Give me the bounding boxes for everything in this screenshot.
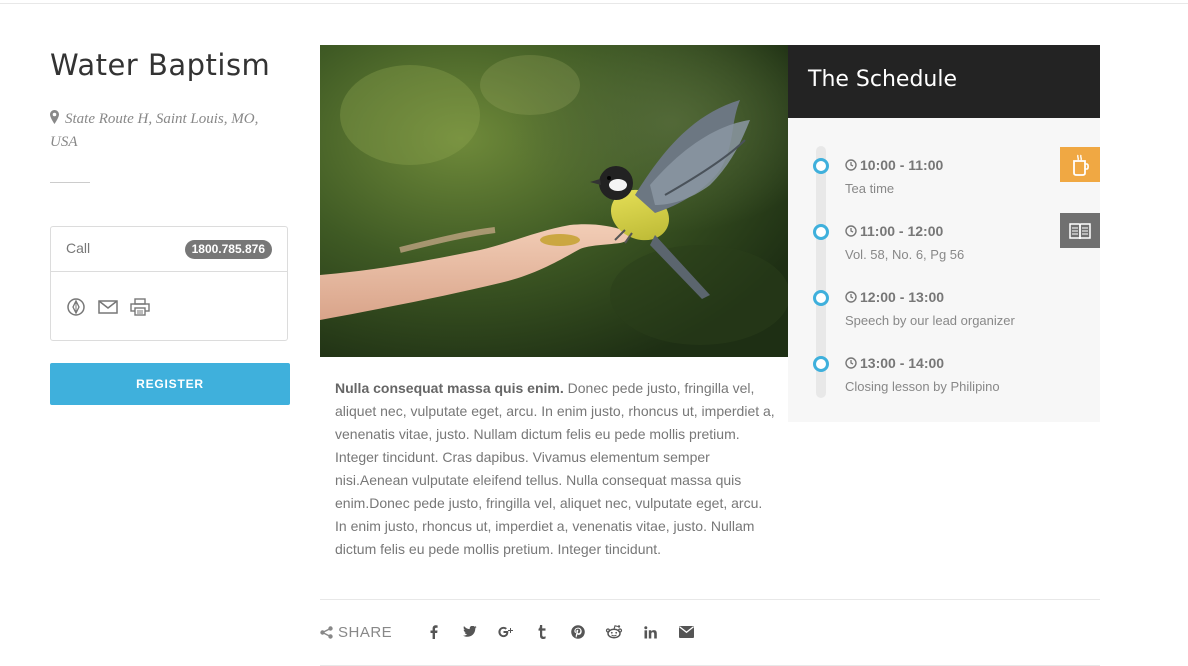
timeline-dot: [813, 290, 829, 306]
schedule-item: 13:00 - 14:00 Closing lesson by Philipin…: [788, 355, 1100, 416]
share-bar: SHARE: [320, 620, 704, 644]
event-title: Water Baptism: [50, 48, 271, 82]
clock-icon: [845, 159, 857, 171]
facebook-icon[interactable]: [416, 620, 452, 644]
schedule-time: 10:00 - 11:00: [845, 157, 943, 173]
linkedin-icon[interactable]: [632, 620, 668, 644]
timeline-dot: [813, 356, 829, 372]
contact-icons: [65, 297, 151, 317]
register-button[interactable]: REGISTER: [50, 363, 290, 405]
clock-icon: [845, 225, 857, 237]
schedule-desc: Vol. 58, No. 6, Pg 56: [845, 247, 965, 262]
reddit-icon[interactable]: [596, 620, 632, 644]
contact-box: Call 1800.785.876: [50, 226, 288, 341]
phone-number-badge[interactable]: 1800.785.876: [184, 240, 272, 259]
clock-icon: [845, 291, 857, 303]
schedule-time: 13:00 - 14:00: [845, 355, 944, 371]
schedule-time: 12:00 - 13:00: [845, 289, 944, 305]
schedule-desc: Speech by our lead organizer: [845, 313, 1015, 328]
call-row: Call 1800.785.876: [51, 227, 287, 272]
description-text: Donec pede justo, fringilla vel, aliquet…: [335, 380, 775, 557]
schedule-desc: Tea time: [845, 181, 895, 196]
share-icons: [416, 620, 704, 644]
tumblr-icon[interactable]: [524, 620, 560, 644]
map-pin-icon: [50, 110, 59, 124]
mail-icon[interactable]: [97, 297, 119, 317]
timeline-dot: [813, 224, 829, 240]
location-text: State Route H, Saint Louis, MO, USA: [50, 111, 259, 150]
title-divider: [50, 182, 90, 183]
schedule-header: The Schedule: [788, 45, 1100, 118]
schedule-time: 11:00 - 12:00: [845, 223, 943, 239]
event-location: State Route H, Saint Louis, MO, USA: [50, 108, 280, 154]
share-icon: [320, 625, 333, 639]
event-photo: [320, 45, 788, 357]
google-plus-icon[interactable]: [488, 620, 524, 644]
schedule-panel: 10:00 - 11:00 Tea time 11:00 - 12:00 Vol…: [788, 118, 1100, 422]
schedule-item: 10:00 - 11:00 Tea time: [788, 147, 1100, 218]
timeline-dot: [813, 158, 829, 174]
book-icon: [1060, 213, 1100, 248]
schedule-item: 12:00 - 13:00 Speech by our lead organiz…: [788, 289, 1100, 350]
schedule-desc: Closing lesson by Philipino: [845, 379, 1000, 394]
schedule-item: 11:00 - 12:00 Vol. 58, No. 6, Pg 56: [788, 213, 1100, 284]
share-divider-top: [320, 599, 1100, 600]
description-lead: Nulla consequat massa quis enim.: [335, 380, 564, 396]
twitter-icon[interactable]: [452, 620, 488, 644]
call-label: Call: [66, 240, 91, 256]
event-description: Nulla consequat massa quis enim. Donec p…: [335, 377, 775, 561]
share-label: SHARE: [320, 624, 392, 641]
clock-icon: [845, 357, 857, 369]
pinterest-icon[interactable]: [560, 620, 596, 644]
email-icon[interactable]: [668, 620, 704, 644]
top-divider: [0, 3, 1188, 4]
print-icon[interactable]: [129, 297, 151, 317]
website-icon[interactable]: [65, 297, 87, 317]
schedule-title: The Schedule: [808, 67, 958, 92]
coffee-cup-icon: [1060, 147, 1100, 182]
